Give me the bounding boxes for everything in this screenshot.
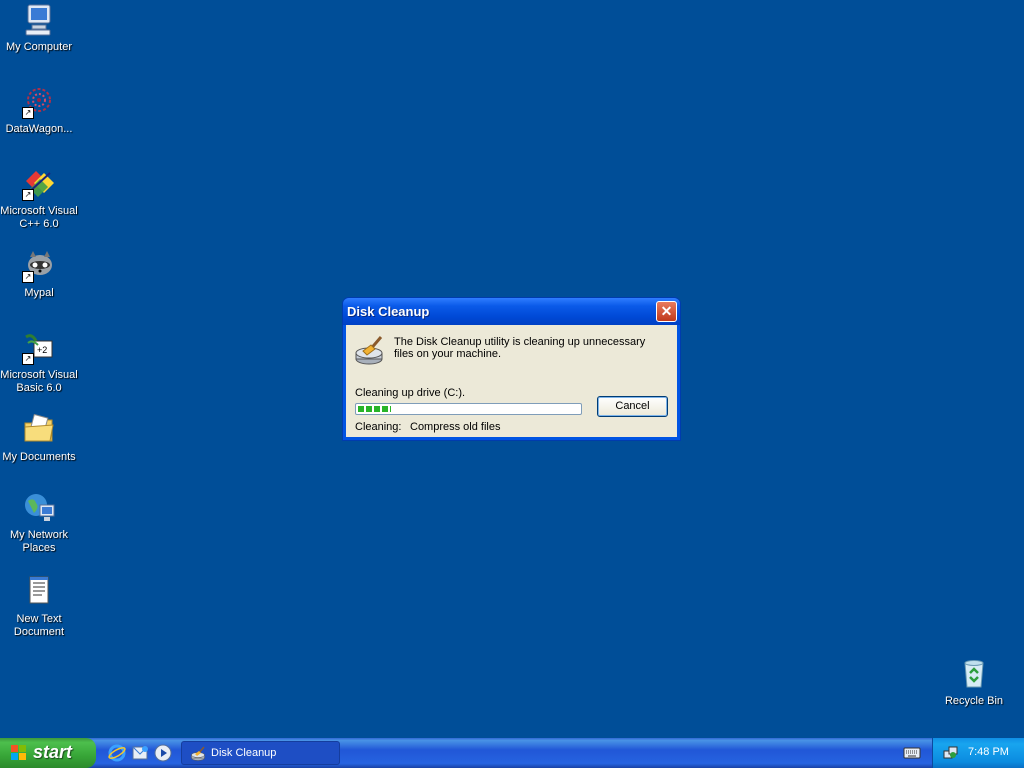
keyboard-icon[interactable] xyxy=(903,746,921,760)
computer-icon xyxy=(22,3,56,37)
text-document-icon xyxy=(22,575,56,609)
desktop-icon-visual-basic[interactable]: +2 ↗ Microsoft Visual Basic 6.0 xyxy=(0,331,78,395)
cleaning-item: Compress old files xyxy=(410,421,501,433)
shortcut-arrow-icon: ↗ xyxy=(22,107,34,119)
desktop-icon-label: DataWagon... xyxy=(5,123,73,135)
progress-bar xyxy=(355,403,582,415)
datawagon-icon: ↗ xyxy=(22,85,56,119)
cleaning-label: Cleaning: xyxy=(355,421,402,433)
cancel-button[interactable]: Cancel xyxy=(597,396,668,417)
desktop-icon-recycle-bin[interactable]: Recycle Bin xyxy=(935,657,1013,708)
desktop-icon-visual-cpp[interactable]: ↗ Microsoft Visual C++ 6.0 xyxy=(0,167,78,231)
shortcut-arrow-icon: ↗ xyxy=(22,353,34,365)
media-player-icon[interactable] xyxy=(154,744,172,762)
visual-basic-icon: +2 ↗ xyxy=(22,331,56,365)
internet-explorer-icon[interactable] xyxy=(108,744,126,762)
system-tray: 7:48 PM xyxy=(932,738,1024,768)
mypal-icon: ↗ xyxy=(22,249,56,283)
taskbar-button-label: Disk Cleanup xyxy=(211,747,277,759)
clock[interactable]: 7:48 PM xyxy=(968,746,1009,758)
desktop-icon-label: My Computer xyxy=(5,41,73,53)
desktop-icon-my-documents[interactable]: My Documents xyxy=(0,413,78,464)
desktop-icon-my-computer[interactable]: My Computer xyxy=(0,3,78,54)
desktop-icon-label: My Network Places xyxy=(9,529,69,554)
folder-documents-icon xyxy=(22,413,56,447)
visual-cpp-icon: ↗ xyxy=(22,167,56,201)
desktop-icon-network-places[interactable]: My Network Places xyxy=(0,491,78,555)
dialog-message: The Disk Cleanup utility is cleaning up … xyxy=(394,336,646,360)
desktop-icon-label: Microsoft Visual C++ 6.0 xyxy=(0,205,78,230)
drive-label: Cleaning up drive (C:). xyxy=(355,387,466,399)
svg-text:+2: +2 xyxy=(37,345,47,355)
network-status-icon[interactable] xyxy=(943,745,959,761)
close-icon: ✕ xyxy=(660,303,673,319)
recycle-bin-icon xyxy=(957,657,991,691)
network-places-icon xyxy=(22,491,56,525)
start-button[interactable]: start xyxy=(0,738,96,768)
disk-cleanup-icon xyxy=(355,335,387,367)
start-label: start xyxy=(33,742,73,762)
desktop-icon-new-text-document[interactable]: New Text Document xyxy=(0,575,78,639)
shortcut-arrow-icon: ↗ xyxy=(22,189,34,201)
desktop-icon-label: Microsoft Visual Basic 6.0 xyxy=(0,369,78,394)
desktop-icon-mypal[interactable]: ↗ Mypal xyxy=(0,249,78,300)
taskbar: start Disk Cleanup 7:48 PM xyxy=(0,738,1024,768)
desktop-icon-label: Mypal xyxy=(24,287,54,299)
windows-flag-icon xyxy=(11,745,27,761)
close-button[interactable]: ✕ xyxy=(656,301,677,322)
taskbar-button-disk-cleanup[interactable]: Disk Cleanup xyxy=(181,741,340,765)
desktop-icon-label: My Documents xyxy=(2,451,76,463)
dialog-body: The Disk Cleanup utility is cleaning up … xyxy=(346,325,677,437)
dialog-titlebar[interactable]: Disk Cleanup ✕ xyxy=(343,298,680,325)
progress-bar-fill xyxy=(358,406,392,412)
disk-cleanup-dialog: Disk Cleanup ✕ The Disk Cleanup utility … xyxy=(343,298,680,440)
desktop-icon-label: New Text Document xyxy=(13,613,65,638)
disk-cleanup-icon xyxy=(191,746,207,762)
shortcut-arrow-icon: ↗ xyxy=(22,271,34,283)
desktop-icon-datawagon[interactable]: ↗ DataWagon... xyxy=(0,85,78,136)
dialog-title: Disk Cleanup xyxy=(347,304,430,319)
desktop-icon-label: Recycle Bin xyxy=(944,695,1004,707)
outlook-express-icon[interactable] xyxy=(131,744,149,762)
